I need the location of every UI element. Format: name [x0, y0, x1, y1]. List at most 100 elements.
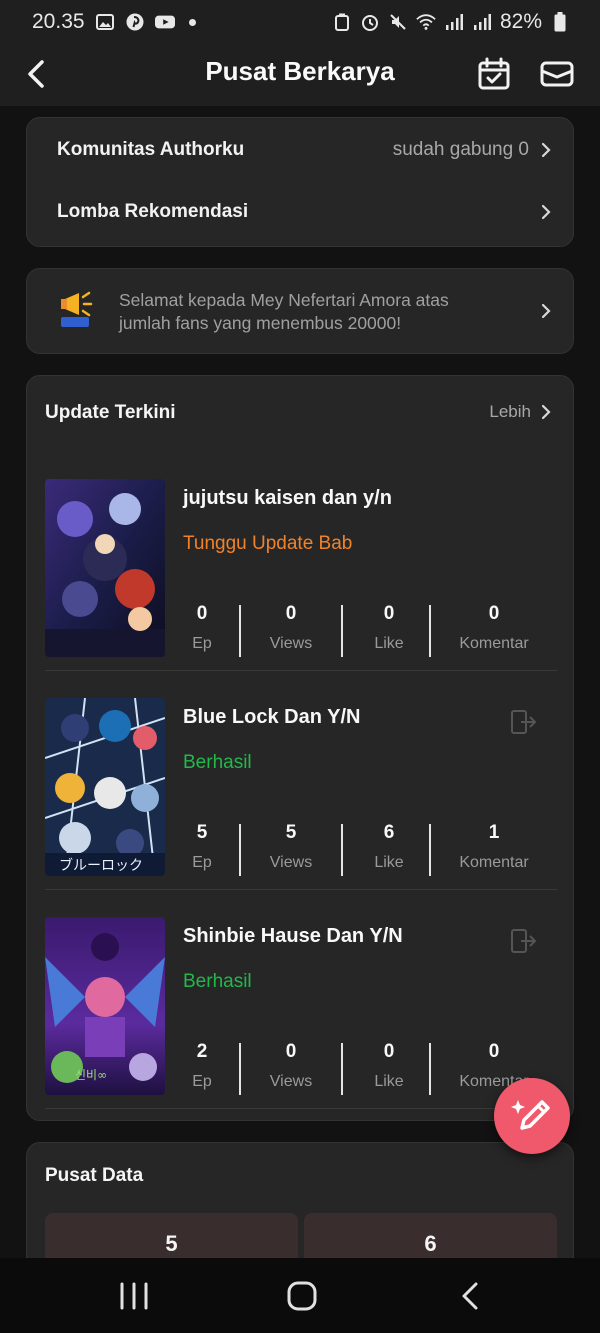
section-title: Pusat Data: [45, 1165, 144, 1186]
story-title: Shinbie Hause Dan Y/N: [183, 925, 403, 947]
story-stats: 5 Ep 5 Views 6 Like 1 Komentar: [183, 822, 557, 878]
recent-updates-card: Update Terkini Lebih jujutsu kaisen dan …: [26, 375, 574, 1121]
stat-views: 5 Views: [249, 822, 333, 872]
announcement-text: Selamat kepada Mey Nefertari Amora atas …: [119, 290, 449, 333]
list-item[interactable]: ブルーロック Blue Lock Dan Y/N Berhasil 5 Ep 5…: [45, 698, 557, 898]
exit-icon[interactable]: [509, 708, 537, 736]
stat-likes: 0 Like: [349, 1041, 429, 1091]
divider: [239, 824, 241, 876]
stat-value: 0: [383, 603, 395, 624]
calendar-check-icon[interactable]: [476, 56, 512, 92]
stat-likes: 6 Like: [349, 822, 429, 872]
divider: [341, 605, 343, 657]
stat-value: 5: [285, 822, 297, 843]
cover-thumbnail: ブルーロック: [45, 698, 165, 876]
stat-value: 0: [196, 603, 208, 624]
stat-value: 6: [383, 822, 395, 843]
battery-percent: 82%: [499, 10, 542, 33]
data-value: 6: [424, 1231, 437, 1256]
divider: [45, 670, 557, 671]
chevron-right-icon: [539, 141, 553, 159]
divider: [45, 889, 557, 890]
status-time: 20.35: [32, 10, 85, 33]
stat-value: 0: [383, 1041, 395, 1062]
stat-value: 0: [488, 1041, 500, 1062]
battery-saver-icon: [332, 12, 352, 32]
system-nav-bar: [0, 1258, 600, 1333]
status-bar: 20.35 82%: [0, 0, 600, 44]
divider: [429, 605, 431, 657]
stat-value: 1: [488, 822, 500, 843]
stat-label: Ep: [192, 635, 212, 652]
nav-back-icon[interactable]: [452, 1280, 492, 1312]
stat-label: Komentar: [459, 854, 529, 871]
gallery-icon: [95, 12, 115, 32]
stat-value: 2: [196, 1041, 208, 1062]
chevron-right-icon: [539, 203, 553, 221]
divider: [429, 824, 431, 876]
chevron-right-icon: [539, 403, 553, 421]
app-bar: Pusat Berkarya: [0, 44, 600, 106]
megaphone-icon: [57, 287, 97, 331]
stat-value: 5: [196, 822, 208, 843]
battery-icon: [550, 12, 570, 32]
data-value: 5: [165, 1231, 178, 1256]
section-title: Update Terkini: [45, 402, 176, 423]
stat-label: Ep: [192, 854, 212, 871]
divider: [239, 605, 241, 657]
community-value: sudah gabung 0: [392, 139, 529, 160]
signal-icon: [444, 12, 464, 32]
divider: [341, 824, 343, 876]
more-link[interactable]: Lebih: [489, 402, 553, 422]
stat-episodes: 2 Ep: [183, 1041, 221, 1091]
list-item[interactable]: 신비∞ Shinbie Hause Dan Y/N Berhasil 2 Ep …: [45, 917, 557, 1117]
stat-label: Views: [269, 854, 313, 871]
stat-label: Views: [269, 635, 313, 652]
story-status: Tunggu Update Bab: [183, 533, 353, 554]
stat-label: Like: [374, 1073, 404, 1090]
story-stats: 0 Ep 0 Views 0 Like 0 Komentar: [183, 603, 557, 659]
home-icon[interactable]: [282, 1280, 322, 1312]
story-status: Berhasil: [183, 752, 252, 773]
stat-likes: 0 Like: [349, 603, 429, 653]
divider: [45, 1108, 557, 1109]
chevron-right-icon: [539, 302, 553, 320]
mail-icon[interactable]: [538, 56, 576, 92]
svg-text:신비∞: 신비∞: [75, 1068, 107, 1082]
stat-label: Views: [269, 1073, 313, 1090]
pencil-sparkle-icon: [511, 1100, 550, 1130]
cover-thumbnail: 신비∞: [45, 917, 165, 1095]
cover-thumbnail: [45, 479, 165, 657]
competition-link[interactable]: Lomba Rekomendasi: [57, 192, 553, 232]
svg-text:ブルーロック: ブルーロック: [59, 857, 143, 874]
divider: [341, 1043, 343, 1095]
recent-apps-icon[interactable]: [114, 1280, 154, 1312]
alarm-icon: [360, 12, 380, 32]
more-label: Lebih: [489, 402, 531, 421]
stat-episodes: 0 Ep: [183, 603, 221, 653]
competition-label: Lomba Rekomendasi: [57, 201, 249, 222]
stat-label: Like: [374, 854, 404, 871]
stat-label: Like: [374, 635, 404, 652]
wifi-icon: [416, 12, 436, 32]
pinterest-icon: [125, 12, 145, 32]
stat-episodes: 5 Ep: [183, 822, 221, 872]
notification-dot-icon: [188, 18, 196, 26]
youtube-icon: [154, 12, 175, 32]
stat-views: 0 Views: [249, 1041, 333, 1091]
write-fab-button[interactable]: [494, 1078, 570, 1154]
stat-label: Ep: [192, 1073, 212, 1090]
divider: [239, 1043, 241, 1095]
community-label: Komunitas Authorku: [57, 139, 245, 160]
mute-icon: [388, 12, 408, 32]
list-item[interactable]: jujutsu kaisen dan y/n Tunggu Update Bab…: [45, 479, 557, 679]
stat-comments: 0 Komentar: [439, 603, 549, 653]
stat-value: 0: [488, 603, 500, 624]
exit-icon[interactable]: [509, 927, 537, 955]
signal-icon-2: [472, 12, 492, 32]
stat-label: Komentar: [459, 635, 529, 652]
community-link[interactable]: Komunitas Authorku sudah gabung 0: [57, 130, 553, 170]
announcement-banner[interactable]: Selamat kepada Mey Nefertari Amora atas …: [26, 268, 574, 354]
story-title: jujutsu kaisen dan y/n: [183, 487, 392, 509]
story-status: Berhasil: [183, 971, 252, 992]
